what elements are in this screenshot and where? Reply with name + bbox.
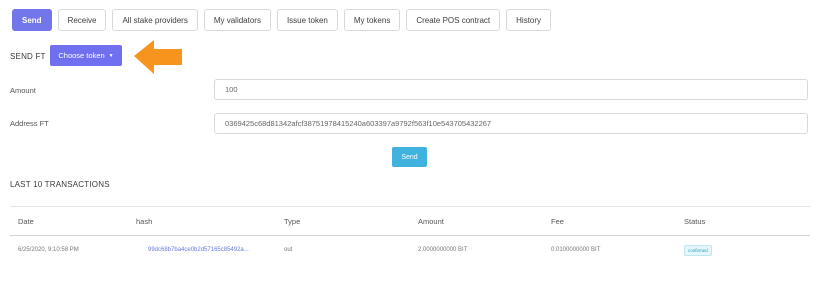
tab-issue-token[interactable]: Issue token: [276, 9, 338, 31]
tab-create-pos-contract[interactable]: Create POS contract: [406, 9, 501, 31]
arrow-left-icon: [134, 40, 182, 74]
column-amount: Amount: [418, 216, 444, 226]
tab-history[interactable]: History: [506, 9, 552, 31]
choose-token-button[interactable]: Choose token ▼: [50, 45, 122, 66]
table-header: Date hash Type Amount Fee Status: [10, 206, 810, 236]
row-hash-link[interactable]: 99dc68b7ba4ce0b2d57165c85492a...: [148, 236, 249, 264]
tab-my-validators[interactable]: My validators: [203, 9, 271, 31]
tab-receive[interactable]: Receive: [57, 9, 107, 31]
table-row: 6/25/2020, 9:10:58 PM 99dc68b7ba4ce0b2d5…: [10, 236, 810, 264]
tab-all-stake-providers[interactable]: All stake providers: [112, 9, 198, 31]
tab-my-tokens[interactable]: My tokens: [343, 9, 401, 31]
column-hash: hash: [136, 216, 153, 226]
address-label: Address FT: [10, 119, 49, 128]
amount-input[interactable]: 100: [214, 79, 808, 100]
column-status: Status: [684, 216, 706, 226]
transactions-title: LAST 10 TRANSACTIONS: [10, 180, 110, 189]
column-date: Date: [18, 216, 34, 226]
address-input[interactable]: 0369425c68d81342afcf38751978415240a60339…: [214, 113, 808, 134]
amount-label: Amount: [10, 86, 36, 95]
send-button[interactable]: Send: [392, 147, 427, 167]
row-amount: 2.0000000000 BIT: [418, 247, 468, 253]
column-fee: Fee: [551, 216, 564, 226]
tab-bar: Send Receive All stake providers My vali…: [12, 9, 552, 31]
choose-token-label: Choose token: [58, 51, 105, 60]
transactions-table: Date hash Type Amount Fee Status 6/25/20…: [10, 206, 810, 264]
send-ft-title: SEND FT: [10, 52, 46, 61]
tab-send[interactable]: Send: [12, 9, 52, 31]
row-type: out: [284, 247, 293, 253]
status-badge: confirmed: [684, 244, 712, 256]
row-status: confirmed: [684, 236, 712, 264]
row-fee: 0.0100000000 BIT: [551, 247, 601, 253]
column-type: Type: [284, 216, 301, 226]
caret-down-icon: ▼: [108, 52, 114, 59]
row-date: 6/25/2020, 9:10:58 PM: [18, 247, 79, 253]
